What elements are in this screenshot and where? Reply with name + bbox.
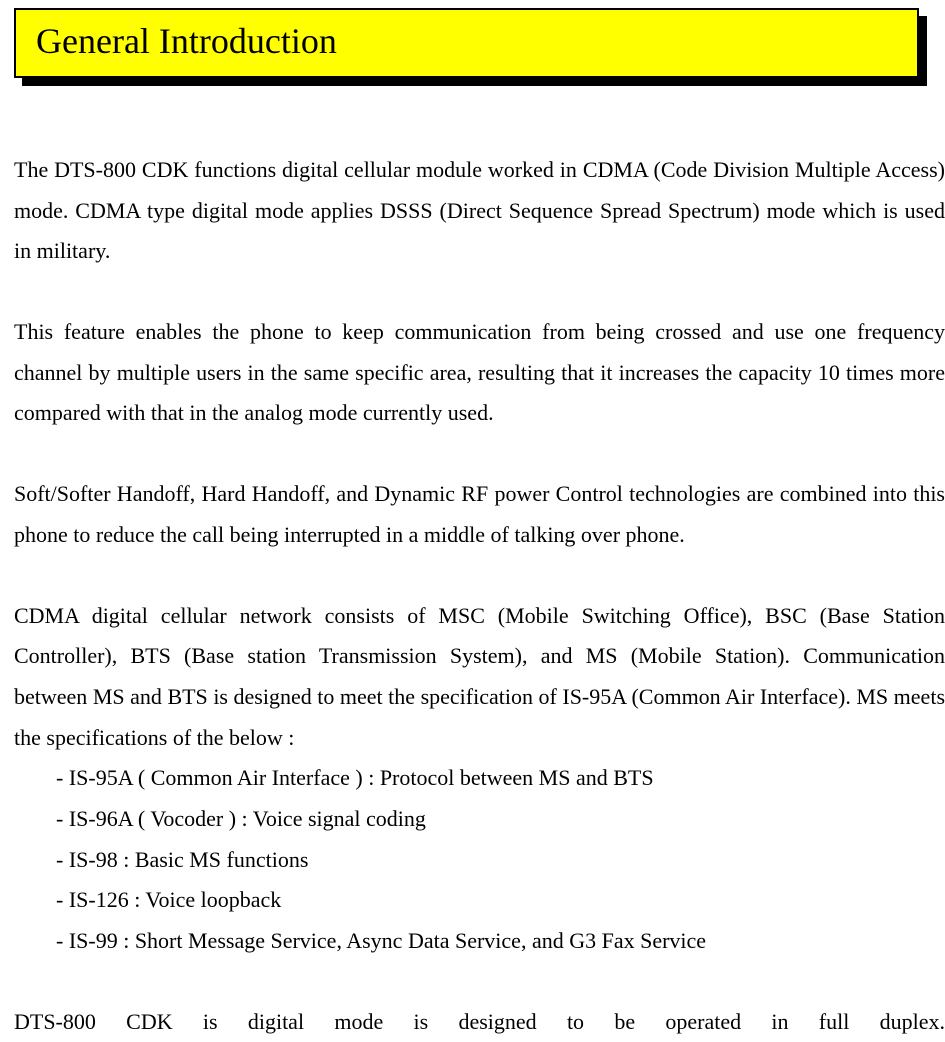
spec-item: - IS-126 : Voice loopback: [56, 880, 945, 921]
paragraph-2: This feature enables the phone to keep c…: [14, 312, 945, 434]
body-content: The DTS-800 CDK functions digital cellul…: [0, 150, 945, 1042]
spec-item: - IS-99 : Short Message Service, Async D…: [56, 921, 945, 962]
page-title: General Introduction: [36, 20, 897, 62]
paragraph-1: The DTS-800 CDK functions digital cellul…: [14, 150, 945, 272]
spec-item: - IS-96A ( Vocoder ) : Voice signal codi…: [56, 799, 945, 840]
spec-list: - IS-95A ( Common Air Interface ) : Prot…: [56, 758, 945, 961]
paragraph-5: DTS-800 CDK is digital mode is designed …: [14, 1002, 945, 1042]
spec-item: - IS-95A ( Common Air Interface ) : Prot…: [56, 758, 945, 799]
paragraph-4: CDMA digital cellular network consists o…: [14, 603, 945, 750]
title-banner: General Introduction: [14, 8, 919, 78]
spec-item: - IS-98 : Basic MS functions: [56, 840, 945, 881]
paragraph-3: Soft/Softer Handoff, Hard Handoff, and D…: [14, 474, 945, 555]
title-banner-content: General Introduction: [14, 8, 919, 78]
